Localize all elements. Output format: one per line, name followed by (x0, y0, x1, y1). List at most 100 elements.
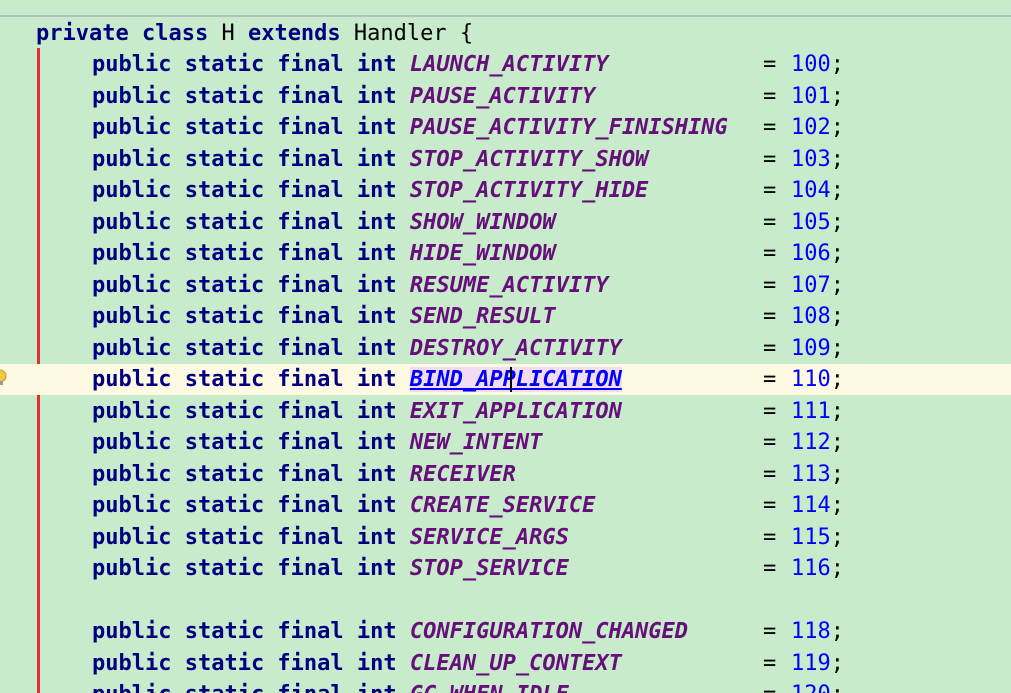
assign-operator: = (763, 619, 777, 644)
extends-keyword: extends (247, 21, 341, 46)
field-value: 113; (791, 459, 844, 490)
field-modifiers: public static final int (92, 682, 397, 693)
current-line[interactable]: public static final int BIND_APPLICATION… (0, 364, 1011, 395)
field-name[interactable]: HIDE_WINDOW (410, 241, 556, 266)
number-literal: 103 (791, 147, 831, 172)
assign-operator: = (763, 147, 777, 172)
field-declaration-line[interactable]: public static final int RECEIVER = 113; (0, 459, 1011, 490)
field-declaration-line[interactable]: public static final int STOP_ACTIVITY_SH… (0, 144, 1011, 175)
number-literal: 118 (791, 619, 831, 644)
assign-operator: = (763, 52, 777, 77)
field-name[interactable]: RECEIVER (410, 462, 516, 487)
semicolon: ; (830, 273, 844, 298)
field-declaration-line[interactable]: public static final int GC_WHEN_IDLE = 120… (0, 679, 1011, 693)
field-declaration-line[interactable]: public static final int CLEAN_UP_CONTEXT… (0, 648, 1011, 679)
field-modifiers: public static final int (92, 336, 397, 361)
field-modifiers: public static final int (92, 178, 397, 203)
field-modifiers: public static final int (92, 147, 397, 172)
field-name[interactable]: CREATE_SERVICE (410, 493, 595, 518)
assign-operator: = (763, 556, 777, 581)
field-value: 107; (791, 270, 844, 301)
field-name[interactable]: NEW_INTENT (410, 430, 542, 455)
field-declaration-line[interactable]: public static final int DESTROY_ACTIVITY… (0, 333, 1011, 364)
semicolon: ; (830, 336, 844, 361)
class-declaration-line[interactable]: private class H extends Handler { (0, 18, 1011, 49)
semicolon: ; (830, 367, 844, 392)
lightbulb-icon[interactable] (0, 368, 8, 388)
field-name[interactable]: LAUNCH_ACTIVITY (410, 52, 609, 77)
field-declaration-line[interactable]: public static final int NEW_INTENT = 112; (0, 427, 1011, 458)
field-name[interactable]: CLEAN_UP_CONTEXT (410, 651, 622, 676)
field-modifiers: public static final int (92, 52, 397, 77)
semicolon: ; (830, 493, 844, 518)
assign-operator: = (763, 679, 776, 693)
field-declaration-line[interactable]: public static final int SERVICE_ARGS = 115… (0, 522, 1011, 553)
field-value: 120; (791, 679, 844, 693)
field-modifiers: public static final int (92, 651, 397, 676)
field-modifiers: public static final int (92, 115, 397, 140)
semicolon: ; (830, 619, 844, 644)
field-declaration-line[interactable]: public static final int CREATE_SERVICE = 1… (0, 490, 1011, 521)
semicolon: ; (830, 115, 844, 140)
editor-top-divider (0, 15, 1011, 17)
field-value: 111; (791, 396, 844, 427)
field-value: 109; (791, 333, 844, 364)
semicolon: ; (830, 241, 844, 266)
number-literal: 104 (791, 178, 831, 203)
assign-operator: = (763, 241, 777, 266)
field-name[interactable]: EXIT_APPLICATION (410, 399, 622, 424)
field-modifiers: public static final int (92, 493, 397, 518)
field-name[interactable]: RESUME_ACTIVITY (410, 273, 609, 298)
semicolon: ; (830, 399, 844, 424)
assign-operator: = (763, 493, 777, 518)
field-name[interactable]: PAUSE_ACTIVITY_FINISHING (410, 115, 728, 140)
field-declaration-line[interactable]: public static final int CONFIGURATION_CH… (0, 616, 1011, 647)
number-literal: 105 (791, 210, 831, 235)
field-value: 101; (791, 81, 844, 112)
field-name[interactable]: DESTROY_ACTIVITY (410, 336, 622, 361)
field-name[interactable]: BIND_APPLICATION (409, 367, 622, 392)
assign-operator: = (763, 115, 777, 140)
field-name[interactable]: GC_WHEN_IDLE (410, 682, 569, 693)
field-name[interactable]: STOP_ACTIVITY_SHOW (410, 147, 648, 172)
field-modifiers: public static final int (92, 525, 397, 550)
field-name[interactable]: STOP_ACTIVITY_HIDE (410, 178, 648, 203)
field-modifiers: public static final int (92, 241, 397, 266)
field-declaration-line[interactable]: public static final int SEND_RESULT = 108; (0, 301, 1011, 332)
open-brace: { (459, 21, 474, 46)
field-modifiers: public static final int (92, 462, 397, 487)
field-value: 110; (791, 364, 844, 395)
assign-operator: = (763, 399, 777, 424)
code-editor[interactable]: private class H extends Handler { public… (0, 0, 1011, 693)
field-declaration-line[interactable]: public static final int PAUSE_ACTIVITY = 1… (0, 81, 1011, 112)
number-literal: 120 (791, 682, 831, 693)
field-name[interactable]: SHOW_WINDOW (410, 210, 556, 235)
number-literal: 102 (791, 115, 831, 140)
semicolon: ; (830, 84, 844, 109)
field-declaration-line[interactable]: public static final int STOP_ACTIVITY_HI… (0, 175, 1011, 206)
field-name[interactable]: STOP_SERVICE (410, 556, 569, 581)
number-literal: 111 (791, 399, 831, 424)
field-name[interactable]: SEND_RESULT (410, 304, 556, 329)
field-name[interactable]: SERVICE_ARGS (410, 525, 569, 550)
field-name[interactable]: CONFIGURATION_CHANGED (410, 619, 688, 644)
number-literal: 114 (791, 493, 831, 518)
field-name[interactable]: PAUSE_ACTIVITY (410, 84, 595, 109)
field-declaration-line[interactable]: public static final int LAUNCH_ACTIVITY =… (0, 49, 1011, 80)
field-declaration-line[interactable]: public static final int PAUSE_ACTIVITY_F… (0, 112, 1011, 143)
number-literal: 119 (791, 651, 831, 676)
field-value: 115; (791, 522, 844, 553)
field-modifiers: public static final int (92, 367, 397, 392)
superclass-name: Handler (353, 21, 447, 46)
assign-operator: = (763, 304, 777, 329)
number-literal: 109 (791, 336, 831, 361)
number-literal: 100 (791, 52, 831, 77)
semicolon: ; (830, 52, 844, 77)
field-declaration-line[interactable]: public static final int HIDE_WINDOW = 106; (0, 238, 1011, 269)
field-declaration-line[interactable]: public static final int SHOW_WINDOW = 105; (0, 207, 1011, 238)
field-modifiers: public static final int (92, 399, 397, 424)
private-keyword: private (36, 21, 129, 46)
field-declaration-line[interactable]: public static final int RESUME_ACTIVITY =… (0, 270, 1011, 301)
field-declaration-line[interactable]: public static final int STOP_SERVICE = 116… (0, 553, 1011, 584)
field-declaration-line[interactable]: public static final int EXIT_APPLICATION… (0, 396, 1011, 427)
